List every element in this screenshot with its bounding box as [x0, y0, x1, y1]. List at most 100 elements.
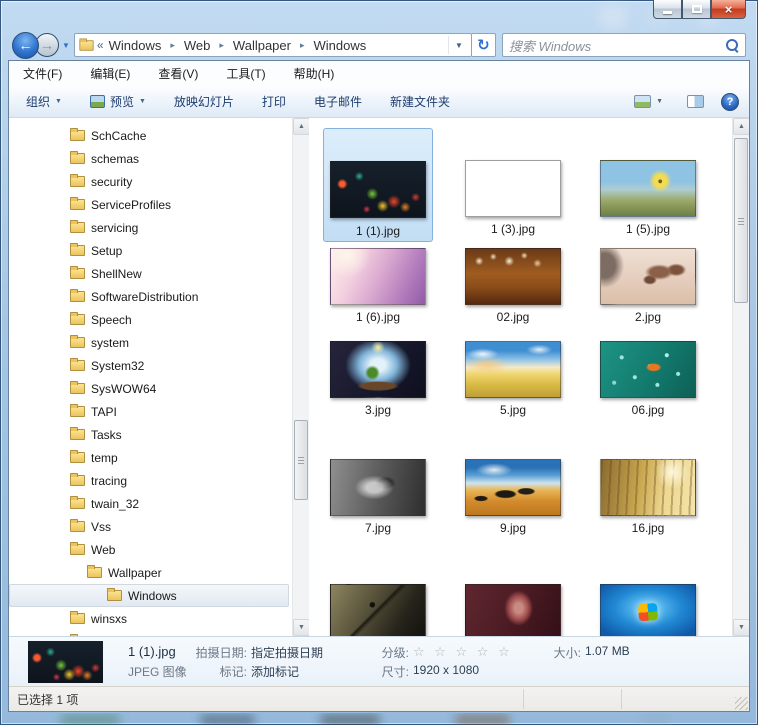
content-scrollbar[interactable]: ▲ ▼ [732, 118, 749, 636]
scroll-up-icon[interactable]: ▲ [293, 118, 309, 135]
tree-item-twain-32[interactable]: twain_32 [9, 492, 309, 515]
shot-date-value[interactable]: 指定拍摄日期 [251, 644, 323, 661]
change-view-button[interactable]: ▼ [627, 90, 670, 113]
file-1-6-jpg[interactable]: 1 (6).jpg [323, 248, 433, 324]
tree-item-system32[interactable]: System32 [9, 354, 309, 377]
selected-file-type: JPEG 图像 [128, 663, 187, 680]
tree-item-temp[interactable]: temp [9, 446, 309, 469]
file-partial-windows-wallpaper[interactable] [593, 584, 703, 636]
maximize-button[interactable] [682, 0, 711, 19]
breadcrumb-item-windows-2[interactable]: Windows [312, 38, 369, 53]
close-button[interactable]: × [711, 0, 746, 19]
tree-scrollbar-thumb[interactable] [294, 420, 308, 500]
menu-file[interactable]: 文件(F) [19, 61, 72, 86]
tree-item-vss[interactable]: Vss [9, 515, 309, 538]
slideshow-button[interactable]: 放映幻灯片 [167, 88, 241, 115]
tree-item-servicing[interactable]: servicing [9, 216, 309, 239]
tree-item-wallpaper[interactable]: Wallpaper [9, 561, 309, 584]
tree-item-serviceprofiles[interactable]: ServiceProfiles [9, 193, 309, 216]
file-partial-portrait[interactable] [458, 584, 568, 636]
tree-item-windows-selected[interactable]: Windows [9, 584, 289, 607]
selected-file-thumbnail [28, 641, 103, 683]
tags-value[interactable]: 添加标记 [251, 663, 299, 680]
menu-edit[interactable]: 编辑(E) [86, 61, 140, 86]
file-9-jpg[interactable]: 9.jpg [458, 459, 568, 535]
tree-item-security[interactable]: security [9, 170, 309, 193]
tree-item-softwaredistribution[interactable]: SoftwareDistribution [9, 285, 309, 308]
folder-icon [70, 245, 85, 256]
client-area: 文件(F) 编辑(E) 查看(V) 工具(T) 帮助(H) 组织▼ 预览▼ 放映… [8, 60, 750, 712]
tree-item-system[interactable]: system [9, 331, 309, 354]
chevron-down-icon: ▼ [55, 98, 62, 105]
size-value: 1.07 MB [585, 644, 630, 661]
thumbnail-beach-rocks [465, 459, 561, 516]
file-partial-clock[interactable] [323, 584, 433, 636]
tree-item-setup[interactable]: Setup [9, 239, 309, 262]
organize-button[interactable]: 组织▼ [19, 88, 69, 115]
tree-item-schcache[interactable]: SchCache [9, 124, 309, 147]
tree-item-tasks[interactable]: Tasks [9, 423, 309, 446]
tree-item-web[interactable]: Web [9, 538, 309, 561]
breadcrumb-item-web[interactable]: Web [182, 38, 213, 53]
print-button[interactable]: 打印 [255, 88, 293, 115]
rating-stars[interactable]: ☆ ☆ ☆ ☆ ☆ [413, 644, 513, 661]
breadcrumb-item-wallpaper[interactable]: Wallpaper [231, 38, 293, 53]
folder-icon [70, 314, 85, 325]
dimensions-value: 1920 x 1080 [413, 663, 479, 680]
refresh-button[interactable]: ↻ [472, 33, 496, 57]
search-icon[interactable] [725, 38, 739, 52]
file-5-jpg[interactable]: 5.jpg [458, 341, 568, 417]
status-separator [621, 689, 622, 709]
file-16-jpg[interactable]: 16.jpg [593, 459, 703, 535]
folder-icon [70, 153, 85, 164]
breadcrumb[interactable]: « Windows ▸ Web ▸ Wallpaper ▸ Windows ▼ [74, 33, 472, 57]
preview-button[interactable]: 预览▼ [83, 88, 153, 115]
new-folder-button[interactable]: 新建文件夹 [383, 88, 457, 115]
menu-help[interactable]: 帮助(H) [290, 61, 345, 86]
file-list: 1 (1).jpg 1 (3).jpg 1 (5).jpg 1 (6).jpg … [309, 118, 749, 636]
file-1-3-jpg[interactable]: 1 (3).jpg [458, 160, 568, 236]
file-02-jpg[interactable]: 02.jpg [458, 248, 568, 324]
refresh-icon: ↻ [477, 36, 490, 54]
tree-item-tracing[interactable]: tracing [9, 469, 309, 492]
tree-item-winsxs[interactable]: winsxs [9, 607, 309, 630]
file-2-jpg[interactable]: 2.jpg [593, 248, 703, 324]
scroll-up-icon[interactable]: ▲ [733, 118, 749, 135]
resize-grip[interactable] [735, 697, 748, 710]
tree-item-speech[interactable]: Speech [9, 308, 309, 331]
menu-view[interactable]: 查看(V) [154, 61, 208, 86]
file-06-jpg[interactable]: 06.jpg [593, 341, 703, 417]
breadcrumb-separator-icon: ▸ [163, 40, 182, 51]
thumbnail-gray-smoke [330, 459, 426, 516]
content-scrollbar-thumb[interactable] [734, 138, 748, 303]
file-7-jpg[interactable]: 7.jpg [323, 459, 433, 535]
tree-item-tapi[interactable]: TAPI [9, 400, 309, 423]
folder-icon [79, 40, 93, 50]
file-1-1-jpg-selected[interactable]: 1 (1).jpg [323, 128, 433, 242]
help-button[interactable]: ? [721, 93, 739, 111]
tree-item-schemas[interactable]: schemas [9, 147, 309, 170]
folder-icon [70, 130, 85, 141]
tree-item-syswow64[interactable]: SysWOW64 [9, 377, 309, 400]
search-input[interactable]: 搜索 Windows [502, 33, 746, 57]
file-1-5-jpg[interactable]: 1 (5).jpg [593, 160, 703, 236]
address-dropdown-icon[interactable]: ▼ [448, 36, 469, 54]
tree-item-shellnew[interactable]: ShellNew [9, 262, 309, 285]
minimize-button[interactable] [653, 0, 682, 19]
minimize-icon [663, 11, 672, 14]
scroll-down-icon[interactable]: ▼ [733, 619, 749, 636]
email-button[interactable]: 电子邮件 [307, 88, 369, 115]
menu-tools[interactable]: 工具(T) [222, 61, 275, 86]
window-controls: × [653, 0, 746, 19]
selected-file-name: 1 (1).jpg [128, 644, 176, 659]
back-button[interactable]: ← [12, 32, 39, 59]
breadcrumb-item-windows[interactable]: Windows [107, 38, 164, 53]
tree-scrollbar[interactable]: ▲ ▼ [292, 118, 309, 636]
thumbnail-clownfish-anemone [600, 341, 696, 398]
command-bar: 组织▼ 预览▼ 放映幻灯片 打印 电子邮件 新建文件夹 ▼ ? [9, 86, 749, 118]
recent-pages-dropdown-icon[interactable]: ▼ [62, 41, 70, 50]
breadcrumb-overflow-chevron[interactable]: « [94, 38, 107, 52]
file-3-jpg[interactable]: 3.jpg [323, 341, 433, 417]
scroll-down-icon[interactable]: ▼ [293, 619, 309, 636]
preview-pane-button[interactable] [680, 90, 711, 113]
